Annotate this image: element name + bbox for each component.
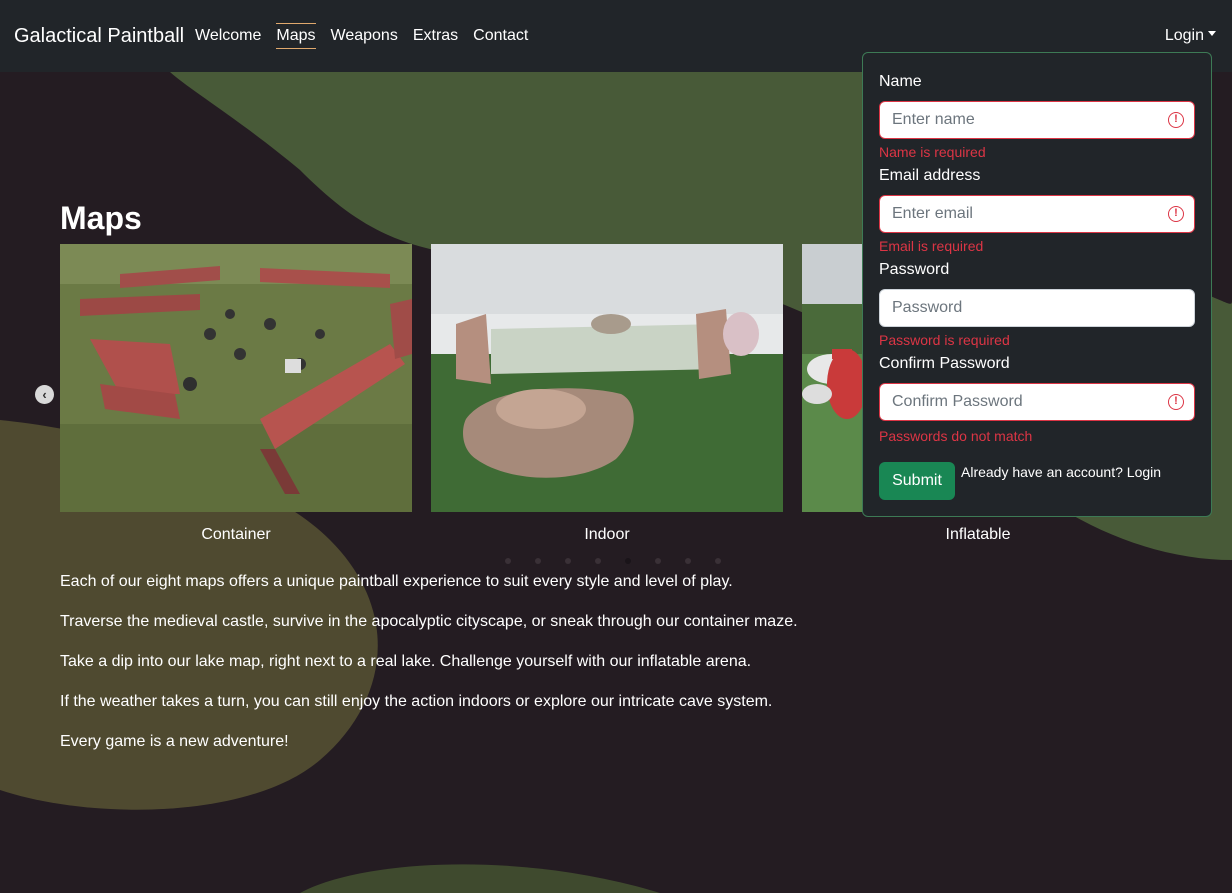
submit-button[interactable]: Submit [879,462,955,500]
map-card-container[interactable]: Container [60,244,412,544]
carousel-indicator[interactable] [535,558,541,564]
carousel-indicator[interactable] [655,558,661,564]
error-icon: ! [1168,206,1184,222]
error-icon: ! [1168,394,1184,410]
nav-link-weapons[interactable]: Weapons [331,27,398,49]
page-title: Maps [60,200,142,236]
confirm-password-label: Confirm Password [879,355,1010,372]
nav-links: Welcome Maps Weapons Extras Contact [195,23,543,49]
email-field[interactable]: ! [879,195,1195,233]
carousel-indicator[interactable] [715,558,721,564]
caret-down-icon [1208,31,1216,37]
card-caption-indoor: Indoor [584,526,630,543]
password-label: Password [879,261,950,278]
brand-logo-text[interactable]: Galactical Paintball [14,25,184,48]
name-error: Name is required [879,144,986,160]
description-paragraph-1: Each of our eight maps offers a unique p… [60,573,733,590]
email-error: Email is required [879,238,984,254]
carousel-indicators [505,558,745,564]
description-paragraph-3: Take a dip into our lake map, right next… [60,653,752,670]
confirm-password-field[interactable]: ! [879,383,1195,421]
login-dropdown-toggle[interactable]: Login [1165,27,1216,45]
container-map-image [60,244,412,512]
carousel-indicator[interactable] [565,558,571,564]
name-label: Name [879,73,922,90]
nav-link-maps[interactable]: Maps [276,23,316,49]
card-caption-inflatable: Inflatable [945,526,1011,543]
description-paragraph-2: Traverse the medieval castle, survive in… [60,613,798,630]
chevron-left-icon: ‹ [42,387,47,402]
nav-link-welcome[interactable]: Welcome [195,27,261,49]
confirm-password-input[interactable] [880,384,1150,420]
login-label: Login [1164,27,1204,44]
carousel-indicator[interactable] [685,558,691,564]
indoor-map-image [431,244,783,512]
description-paragraph-4: If the weather takes a turn, you can sti… [60,693,773,710]
login-prompt-link[interactable]: Already have an account? Login [961,464,1161,480]
email-input[interactable] [880,196,1150,232]
description-paragraph-5: Every game is a new adventure! [60,733,289,750]
map-card-indoor[interactable]: Indoor [431,244,783,544]
signup-dropdown-form: Name ! Name is required Email address ! … [862,52,1212,517]
name-input[interactable] [880,102,1150,138]
name-field[interactable]: ! [879,101,1195,139]
error-icon: ! [1168,112,1184,128]
password-error: Password is required [879,332,1010,348]
card-caption-container: Container [201,526,271,543]
password-field[interactable] [879,289,1195,327]
email-label: Email address [879,167,981,184]
confirm-password-error: Passwords do not match [879,428,1033,444]
carousel-indicator-active[interactable] [625,558,631,564]
nav-link-contact[interactable]: Contact [473,27,528,49]
carousel-indicator[interactable] [595,558,601,564]
carousel-indicator[interactable] [505,558,511,564]
password-input[interactable] [880,290,1150,326]
carousel-prev-button[interactable]: ‹ [35,385,54,404]
nav-link-extras[interactable]: Extras [413,27,458,49]
